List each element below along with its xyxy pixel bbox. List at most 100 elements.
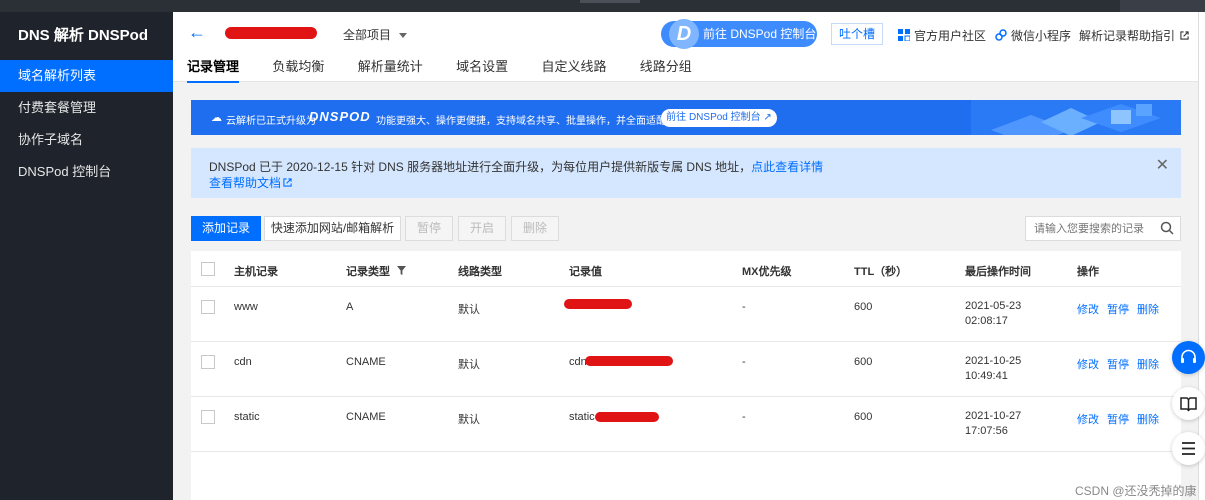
delete-link[interactable]: 删除 [1137, 414, 1159, 426]
col-actions: 操作 [1077, 266, 1099, 278]
col-updated: 最后操作时间 [965, 266, 1031, 278]
col-value: 记录值 [569, 266, 602, 278]
help-doc-label: 查看帮助文档 [209, 176, 282, 190]
help-guide-label: 解析记录帮助指引 [1079, 29, 1176, 43]
upgrade-notice: DNSPod 已于 2020-12-15 针对 DNS 服务器地址进行全面升级，… [191, 148, 1181, 198]
tab-custom-lines[interactable]: 自定义线路 [541, 56, 606, 81]
cell-time: 17:07:56 [965, 425, 1008, 437]
miniprogram-link[interactable]: 微信小程序 [995, 27, 1071, 44]
table-row: www A 默认 - 600 2021-05-23 02:08:17 修改 暂停删… [191, 287, 1181, 342]
watermark: CSDN @还没秃掉的康 [1075, 484, 1197, 498]
docs-button[interactable] [1172, 387, 1205, 420]
cell-line: 默认 [458, 414, 480, 426]
tab-record-management[interactable]: 记录管理 [187, 56, 240, 83]
row-checkbox[interactable] [201, 355, 215, 369]
link-icon [995, 29, 1007, 41]
notice-details-link[interactable]: 点此查看详情 [751, 160, 823, 174]
headset-icon [1181, 349, 1196, 363]
delete-link[interactable]: 删除 [1137, 359, 1159, 371]
row-actions: 修改 暂停 删除 [1077, 411, 1167, 427]
menu-button[interactable] [1172, 432, 1205, 465]
cell-mx: - [742, 411, 746, 423]
help-guide-link[interactable]: 解析记录帮助指引 [1079, 27, 1189, 44]
select-all-checkbox[interactable] [201, 262, 215, 276]
banner-console-button[interactable]: 前往 DNSPod 控制台 ↗ [661, 109, 777, 127]
goto-console-label: 前往 DNSPod 控制台 [703, 27, 817, 41]
cell-time: 10:49:41 [965, 370, 1008, 382]
notice-text: DNSPod 已于 2020-12-15 针对 DNS 服务器地址进行全面升级，… [209, 160, 752, 174]
dnspod-wordmark: DNSPOD [309, 109, 371, 124]
filter-icon[interactable] [397, 266, 407, 275]
value-redacted [595, 412, 659, 422]
help-doc-link[interactable]: 查看帮助文档 [209, 174, 292, 191]
support-button[interactable] [1172, 341, 1205, 374]
miniprogram-link-label: 微信小程序 [1011, 29, 1072, 43]
close-icon[interactable]: ✕ [1156, 155, 1169, 175]
upgrade-banner: ☁ 云解析已正式升级为 DNSPOD 功能更强大、操作更便捷，支持域名共享、批量… [191, 100, 1181, 135]
banner-console-label: 前往 DNSPod 控制台 [666, 112, 761, 123]
dnspod-logo-icon: D [669, 19, 699, 49]
pause-link[interactable]: 暂停 [1107, 304, 1129, 316]
cell-line: 默认 [458, 359, 480, 371]
project-selector[interactable]: 全部项目 [343, 26, 408, 43]
tab-load-balancing[interactable]: 负载均衡 [272, 56, 324, 81]
cell-date: 2021-10-25 [965, 355, 1022, 367]
sidebar-item-dnspod-console[interactable]: DNSPod 控制台 [0, 156, 173, 188]
pause-link[interactable]: 暂停 [1107, 359, 1129, 371]
cell-type: CNAME [346, 411, 386, 423]
external-link-icon [1180, 31, 1189, 40]
banner-text-lead: 云解析已正式升级为 [226, 116, 316, 127]
pause-link[interactable]: 暂停 [1107, 414, 1129, 426]
sidebar-item-domain-list[interactable]: 域名解析列表 [0, 60, 173, 92]
project-label: 全部项目 [343, 28, 392, 42]
row-checkbox[interactable] [201, 410, 215, 424]
value-redacted [564, 299, 632, 309]
delete-button[interactable]: 删除 [511, 216, 559, 241]
col-type-label: 记录类型 [346, 266, 390, 278]
cell-ttl: 600 [854, 411, 873, 423]
feedback-button[interactable]: 吐个槽 [831, 23, 883, 45]
tab-line-groups[interactable]: 线路分组 [640, 56, 692, 81]
tab-query-stats[interactable]: 解析量统计 [358, 56, 423, 81]
community-link[interactable]: 官方用户社区 [898, 27, 986, 44]
vertical-scrollbar[interactable] [1198, 12, 1205, 500]
cloud-upload-icon: ☁ [211, 112, 222, 124]
row-actions: 修改 暂停 删除 [1077, 301, 1167, 317]
enable-button[interactable]: 开启 [458, 216, 506, 241]
cell-ttl: 600 [854, 356, 873, 368]
cell-host: www [234, 301, 258, 313]
pause-button[interactable]: 暂停 [405, 216, 453, 241]
table-row: static CNAME 默认 static-idvhia... - 600 2… [191, 397, 1181, 452]
col-host: 主机记录 [234, 266, 278, 278]
tab-domain-settings[interactable]: 域名设置 [456, 56, 508, 81]
col-ttl: TTL（秒） [854, 266, 908, 278]
sidebar-item-shared-subdomain[interactable]: 协作子域名 [0, 124, 173, 156]
arrow-left-icon[interactable]: ← [188, 22, 206, 43]
cell-host: static [234, 411, 260, 423]
search-input[interactable] [1026, 217, 1150, 240]
external-link-icon [283, 178, 292, 187]
sidebar-item-paid-plans[interactable]: 付费套餐管理 [0, 92, 173, 124]
cell-time: 02:08:17 [965, 315, 1008, 327]
cell-ttl: 600 [854, 301, 873, 313]
row-checkbox[interactable] [201, 300, 215, 314]
value-redacted [585, 356, 673, 366]
cell-host: cdn [234, 356, 252, 368]
delete-link[interactable]: 删除 [1137, 304, 1159, 316]
top-strip-mark [580, 0, 640, 3]
edit-link[interactable]: 修改 [1077, 304, 1099, 316]
cell-type: A [346, 301, 354, 313]
goto-console-button[interactable]: D 前往 DNSPod 控制台 [661, 19, 817, 49]
record-tabs: 记录管理 负载均衡 解析量统计 域名设置 自定义线路 线路分组 [187, 56, 722, 83]
banner-text-detail: 功能更强大、操作更便捷，支持域名共享、批量操作，并全面适配手机端 [376, 116, 696, 127]
quick-add-button[interactable]: 快速添加网站/邮箱解析 [264, 216, 401, 241]
search-icon[interactable] [1160, 221, 1174, 235]
edit-link[interactable]: 修改 [1077, 414, 1099, 426]
edit-link[interactable]: 修改 [1077, 359, 1099, 371]
col-type[interactable]: 记录类型 [346, 263, 407, 279]
add-record-button[interactable]: 添加记录 [191, 216, 261, 241]
page-header: ← 全部项目 D 前往 DNSPod 控制台 吐个槽 官方用户社区 微信小程序 … [173, 12, 1198, 83]
col-line: 线路类型 [458, 266, 502, 278]
record-search [1025, 216, 1181, 241]
book-icon [1180, 397, 1197, 412]
